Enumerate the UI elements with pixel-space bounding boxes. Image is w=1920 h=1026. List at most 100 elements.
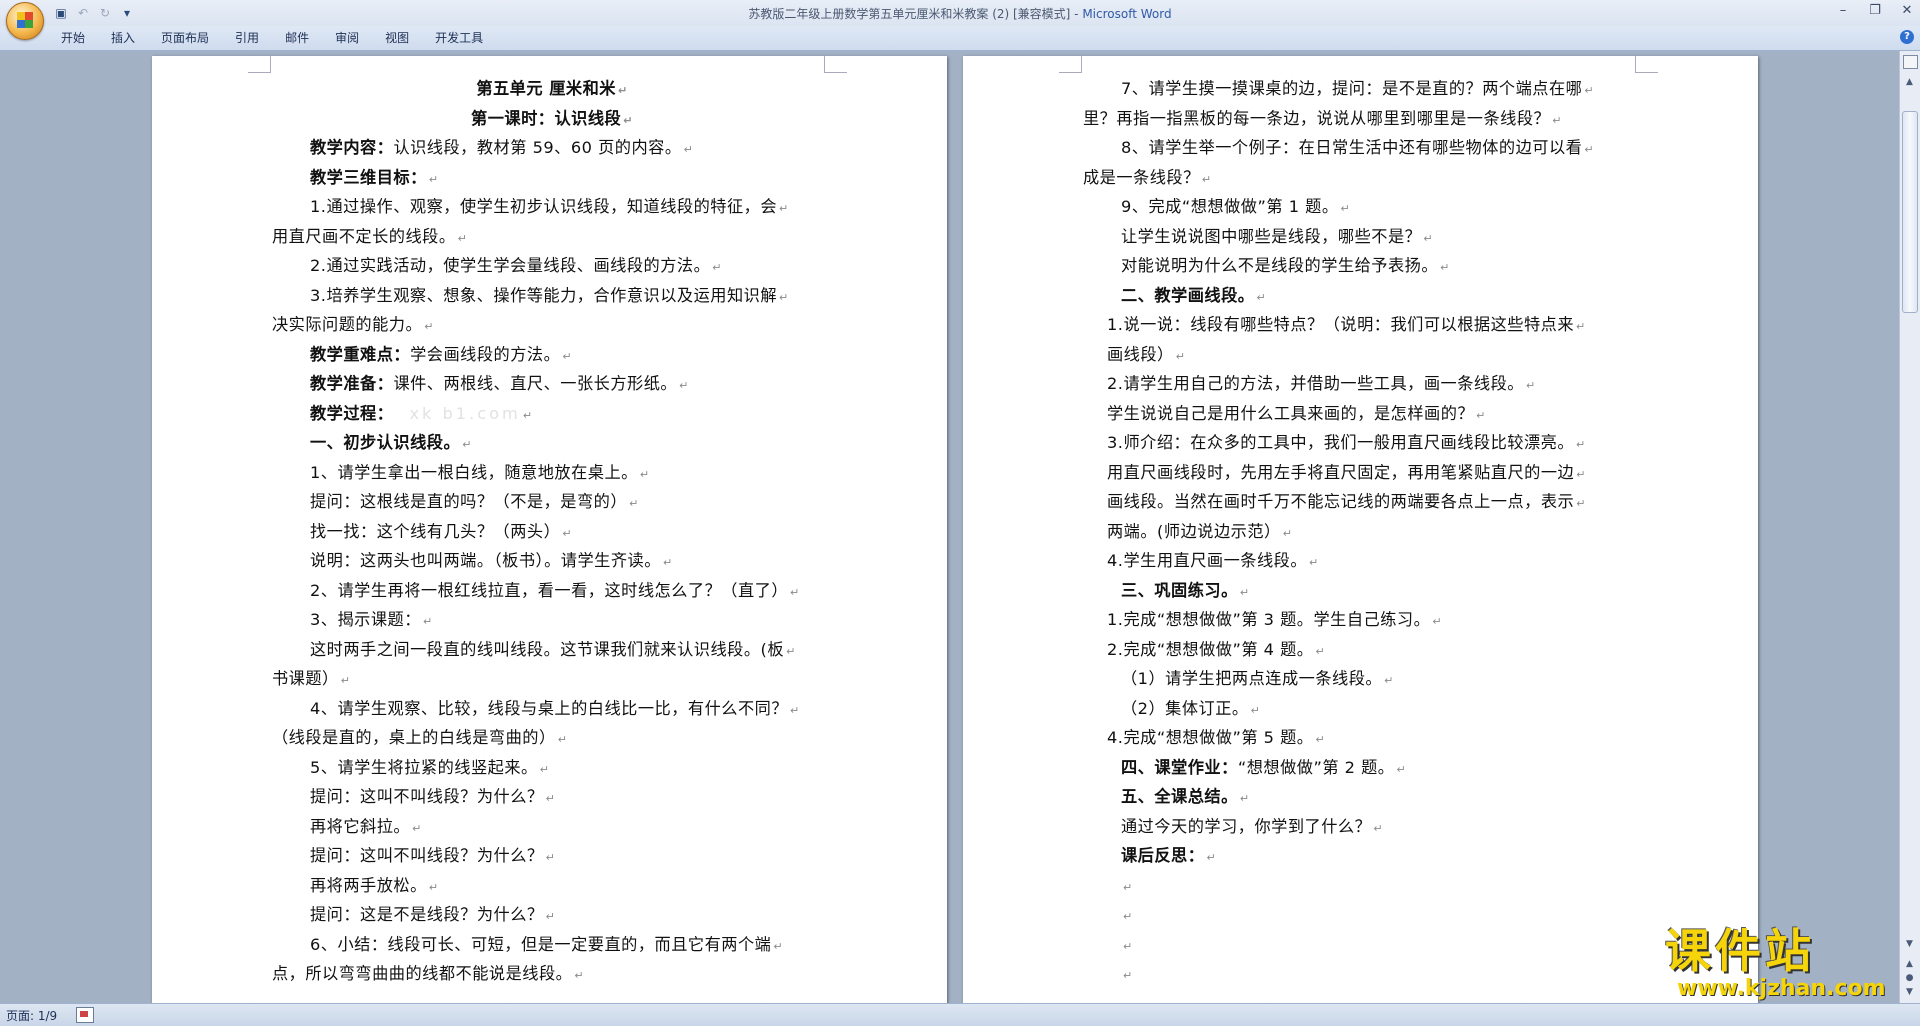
close-icon[interactable]: ✕	[1898, 2, 1916, 20]
paragraph-mark-icon: ↵	[790, 585, 800, 599]
paragraph-mark-icon: ↵	[779, 290, 789, 304]
document-line: 再将两手放松。 ↵	[272, 871, 832, 901]
document-line: 2.请学生用自己的方法，并借助一些工具，画一条线段。 ↵	[1083, 369, 1643, 399]
paragraph-mark-icon: ↵	[428, 880, 439, 894]
bold-heading: 课后反思：	[1121, 846, 1205, 865]
status-bar: 页面: 1/9	[0, 1003, 1920, 1026]
ribbon-tab[interactable]: 邮件	[272, 26, 322, 50]
ribbon-tab[interactable]: 审阅	[322, 26, 372, 50]
line-text: 1.通过操作、观察，使学生初步认识线段，知道线段的特征，会	[310, 197, 778, 216]
document-line: 通过今天的学习，你学到了什么？ ↵	[1083, 812, 1643, 842]
document-line: 画线段。当然在画时千万不能忘记线的两端要各点上一点，表示 ↵	[1083, 487, 1643, 517]
view-ruler-icon[interactable]	[1903, 55, 1918, 69]
line-text: （2）集体订正。	[1121, 698, 1249, 718]
paragraph-mark-icon: ↵	[623, 113, 633, 127]
document-line: 说明：这两头也叫两端。（板书）。请学生齐读。 ↵	[272, 546, 832, 576]
line-text: （线段是直的，桌上的白线是弯曲的）	[272, 728, 556, 747]
document-page-1: 第五单元 厘米和米 ↵ 第一课时：认识线段 ↵ 教学内容：认识线段，教材第 59、60 …	[152, 56, 947, 1003]
office-button[interactable]	[6, 2, 44, 40]
document-line: 决实际问题的能力。 ↵	[272, 310, 832, 340]
line-text: 画线段）	[1107, 344, 1174, 364]
document-line: ↵	[1083, 930, 1643, 960]
paragraph-mark-icon: ↵	[1576, 467, 1586, 481]
ribbon-tab[interactable]: 开始	[48, 26, 98, 50]
ribbon-tab[interactable]: 视图	[372, 26, 422, 50]
paragraph-mark-icon: ↵	[1440, 261, 1450, 274]
paragraph-mark-icon: ↵	[1576, 438, 1586, 451]
crop-mark	[1059, 56, 1082, 73]
ribbon-tab[interactable]: 引用	[222, 26, 272, 50]
paragraph-mark-icon: ↵	[1123, 910, 1133, 923]
vertical-scrollbar[interactable]: ▲ ▼ ▲ ● ▼	[1899, 51, 1920, 1003]
maximize-icon[interactable]: ❐	[1866, 2, 1884, 20]
paragraph-mark-icon: ↵	[773, 939, 784, 953]
document-line: 提问：这叫不叫线段？为什么？ ↵	[272, 841, 832, 871]
paragraph-mark-icon: ↵	[1552, 113, 1562, 127]
line-text: 再将它斜拉。	[310, 816, 411, 836]
line-text: 6、小结：线段可长、可短，但是一定要直的，而且它有两个端	[310, 934, 772, 954]
document-line: 四、课堂作业：“想想做做”第 2 题。 ↵	[1083, 753, 1643, 783]
paragraph-mark-icon: ↵	[1584, 143, 1595, 156]
line-text: 2.请学生用自己的方法，并借助一些工具，画一条线段。	[1107, 374, 1524, 393]
document-line: 2.通过实践活动，使学生学会量线段、画线段的方法。 ↵	[272, 251, 832, 281]
line-text: 再将两手放松。	[310, 875, 427, 895]
document-line: 提问：这叫不叫线段？为什么？ ↵	[272, 782, 832, 812]
paragraph-mark-icon: ↵	[562, 349, 573, 363]
paragraph-mark-icon: ↵	[424, 320, 434, 333]
document-line: ↵	[1083, 871, 1643, 901]
paragraph-mark-icon: ↵	[574, 969, 585, 982]
document-line: 再将它斜拉。 ↵	[272, 812, 832, 842]
document-line: 让学生说说图中哪些是线段，哪些不是？ ↵	[1083, 222, 1643, 252]
line-text: 提问：这叫不叫线段？为什么？	[310, 846, 544, 865]
paragraph-mark-icon: ↵	[457, 231, 468, 245]
line-text: 认识线段，教材第 59、60 页的内容。	[393, 138, 682, 157]
page-2-text[interactable]: 7、请学生摸一摸课桌的边，提问：是不是直的？两个端点在哪 ↵ 里？再指一指黑板的每一…	[1083, 74, 1643, 989]
ribbon-tab[interactable]: 开发工具	[422, 26, 496, 50]
paragraph-mark-icon: ↵	[340, 674, 351, 687]
paragraph-mark-icon: ↵	[1384, 674, 1394, 687]
paragraph-mark-icon: ↵	[522, 408, 533, 422]
document-line: 书课题） ↵	[272, 664, 832, 694]
paragraph-mark-icon: ↵	[1239, 585, 1250, 599]
paragraph-mark-icon: ↵	[1315, 733, 1326, 746]
line-text: 成是一条线段？	[1083, 167, 1200, 187]
line-text: 学生说说自己是用什么工具来画的，是怎样画的？	[1107, 403, 1475, 423]
line-text: 这时两手之间一段直的线叫线段。这节课我们就来认识线段。(板	[310, 639, 785, 659]
line-text: 4.学生用直尺画一条线段。	[1107, 551, 1308, 570]
document-line: 1、请学生拿出一根白线，随意地放在桌上。 ↵	[272, 458, 832, 488]
logo-url-text: www.kjzhan.com	[1677, 976, 1886, 1001]
line-text: 5、请学生将拉紧的线竖起来。	[310, 757, 538, 777]
paragraph-mark-icon: ↵	[683, 143, 694, 156]
line-text: 找一找：这个线有几头？（两头）	[310, 521, 561, 541]
line-text: 1.完成“想想做做”第 3 题。学生自己练习。	[1107, 610, 1431, 629]
bold-heading: 教学准备：	[310, 374, 394, 393]
faint-watermark-text: xk b1.com	[409, 403, 521, 423]
proofing-status-icon[interactable]	[76, 1007, 94, 1023]
page-1-text[interactable]: 第五单元 厘米和米 ↵ 第一课时：认识线段 ↵ 教学内容：认识线段，教材第 59、60 …	[272, 74, 832, 989]
line-text: 9、完成“想想做做”第 1 题。	[1121, 197, 1339, 216]
window-title-doc: 苏教版二年级上册数学第五单元厘米和米教案 (2) [兼容模式] -	[748, 7, 1083, 21]
ribbon-tab[interactable]: 插入	[98, 26, 148, 50]
scroll-thumb[interactable]	[1902, 111, 1918, 313]
minimize-icon[interactable]: –	[1834, 2, 1852, 20]
ribbon-tab[interactable]: 页面布局	[148, 26, 222, 50]
paragraph-mark-icon: ↵	[545, 851, 556, 864]
paragraph-mark-icon: ↵	[1309, 556, 1319, 569]
bold-heading: 教学内容：	[310, 138, 394, 157]
page-count-status[interactable]: 页面: 1/9	[6, 1007, 57, 1024]
paragraph-mark-icon: ↵	[1239, 792, 1250, 805]
line-text: 3、揭示课题：	[310, 610, 421, 629]
document-line: 点，所以弯弯曲曲的线都不能说是线段。 ↵	[272, 959, 832, 989]
line-text: 画线段。当然在画时千万不能忘记线的两端要各点上一点，表示	[1107, 492, 1575, 511]
document-line: 3.师介绍：在众多的工具中，我们一般用直尺画线段比较漂亮。 ↵	[1083, 428, 1643, 458]
paragraph-mark-icon: ↵	[712, 261, 722, 274]
line-text: 第一课时：认识线段	[471, 108, 622, 128]
line-text: 3.培养学生观察、想象、操作等能力，合作意识以及运用知识解	[310, 285, 778, 305]
paragraph-mark-icon: ↵	[1373, 821, 1384, 835]
help-icon[interactable]: ?	[1900, 30, 1914, 44]
paragraph-mark-icon: ↵	[1576, 497, 1586, 510]
crop-mark	[1635, 56, 1658, 73]
scroll-up-icon[interactable]: ▲	[1902, 75, 1917, 89]
document-line: 一、初步认识线段。 ↵	[272, 428, 832, 458]
line-text: 点，所以弯弯曲曲的线都不能说是线段。	[272, 964, 573, 983]
